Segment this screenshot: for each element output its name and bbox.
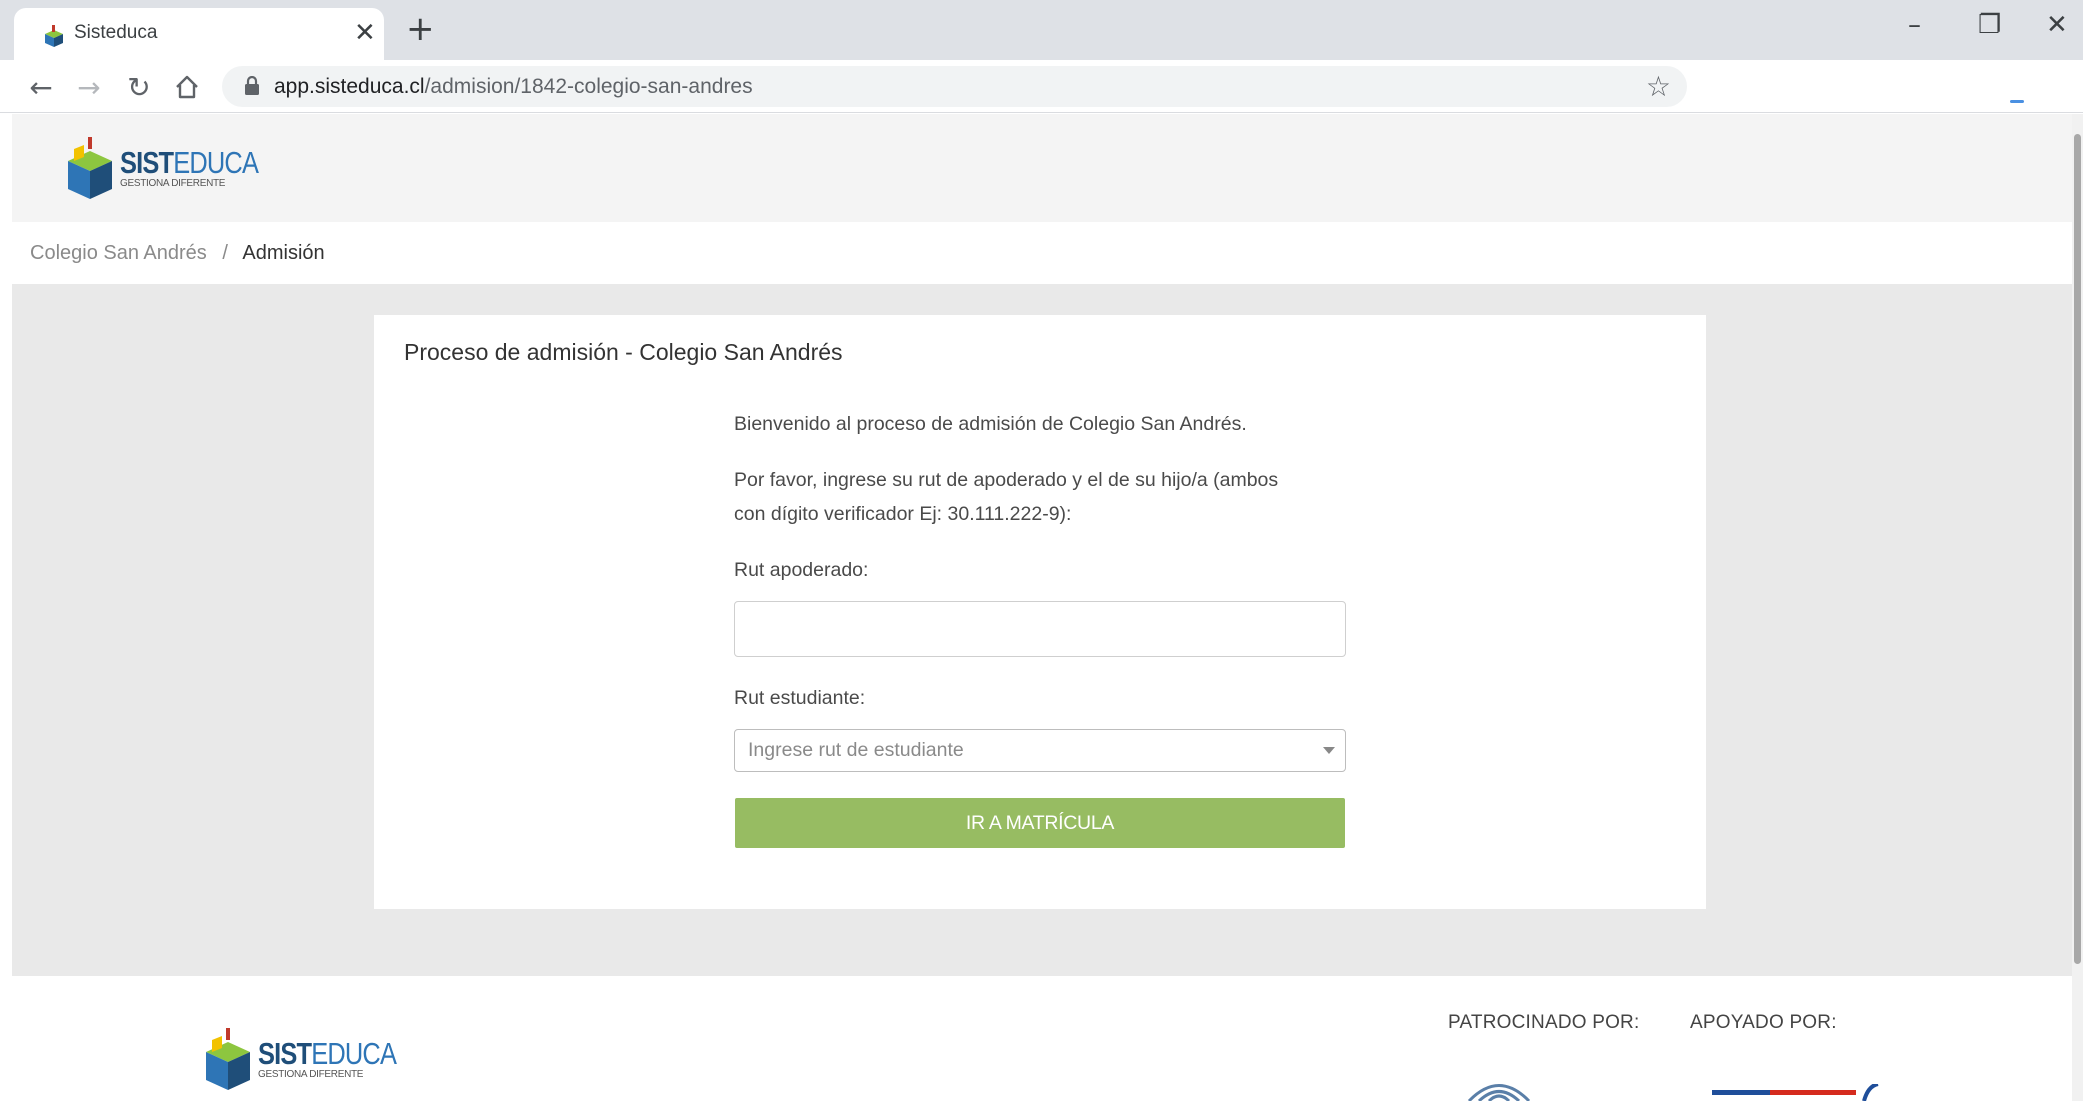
instructions-text: Por favor, ingrese su rut de apoderado y…: [734, 463, 1346, 531]
url-domain: app.sisteduca.cl: [274, 75, 425, 98]
vertical-scrollbar[interactable]: [2072, 114, 2083, 1101]
footer-logo-text: SISTEDUCA GESTIONA DIFERENTE: [258, 1038, 426, 1080]
window-close-icon[interactable]: ✕: [2046, 10, 2068, 40]
footer-logo-tagline: GESTIONA DIFERENTE: [258, 1069, 364, 1080]
logo-tagline: GESTIONA DIFERENTE: [120, 178, 226, 189]
rut-apoderado-input[interactable]: [734, 601, 1346, 657]
sponsor-logo-icon: [1467, 1084, 1531, 1101]
footer-logo-cube-icon: [206, 1028, 250, 1090]
breadcrumb-separator: /: [222, 242, 228, 264]
logo-text: SISTEDUCA GESTIONA DIFERENTE: [120, 147, 288, 189]
rut-estudiante-placeholder: Ingrese rut de estudiante: [748, 739, 964, 761]
rut-estudiante-label: Rut estudiante:: [734, 687, 866, 709]
site-footer: SISTEDUCA GESTIONA DIFERENTE PATROCINADO…: [12, 976, 2072, 1101]
chevron-down-icon: [1323, 747, 1335, 754]
address-bar[interactable]: app.sisteduca.cl/admision/1842-colegio-s…: [222, 66, 1687, 107]
forward-arrow-icon[interactable]: →: [72, 70, 106, 104]
footer-sisteduca-logo[interactable]: SISTEDUCA GESTIONA DIFERENTE: [202, 1026, 426, 1092]
main-content: Proceso de admisión - Colegio San Andrés…: [12, 284, 2072, 976]
home-shape: [176, 75, 198, 99]
browser-tabbar: Sisteduca ✕ + – ❐ ✕: [0, 0, 2083, 60]
instructions-line-1: Por favor, ingrese su rut de apoderado y…: [734, 469, 1279, 491]
breadcrumb-current: Admisión: [242, 242, 325, 264]
home-icon[interactable]: [170, 70, 204, 104]
sisteduca-logo[interactable]: SISTEDUCA GESTIONA DIFERENTE: [64, 135, 288, 201]
admission-form: Bienvenido al proceso de admisión de Col…: [734, 407, 1346, 848]
rut-apoderado-label: Rut apoderado:: [734, 559, 869, 581]
ir-a-matricula-button[interactable]: IR A MATRÍCULA: [735, 798, 1345, 848]
supported-by-heading: APOYADO POR:: [1690, 1012, 1837, 1033]
card-title: Proceso de admisión - Colegio San Andrés: [404, 339, 843, 365]
scrollbar-thumb[interactable]: [2074, 134, 2081, 964]
welcome-text: Bienvenido al proceso de admisión de Col…: [734, 413, 1247, 435]
tab-close-icon[interactable]: ✕: [354, 18, 376, 48]
restore-icon[interactable]: ❐: [1978, 10, 2001, 40]
browser-tab[interactable]: Sisteduca ✕: [14, 8, 384, 60]
rut-estudiante-select[interactable]: Ingrese rut de estudiante: [734, 729, 1346, 772]
tab-title: Sisteduca: [74, 22, 158, 43]
bookmark-star-icon[interactable]: ☆: [1646, 70, 1671, 103]
page-viewport: SISTEDUCA GESTIONA DIFERENTE Colegio San…: [12, 114, 2072, 1101]
sisteduca-favicon-icon: [45, 25, 63, 47]
supporter-logo-icon: [1712, 1084, 1879, 1101]
breadcrumb-link-colegio[interactable]: Colegio San Andrés: [30, 242, 207, 264]
browser-toolbar: ← → ↻ app.sisteduca.cl/admision/1842-col…: [0, 60, 2083, 113]
logo-cube-icon: [68, 137, 112, 199]
profile-indicator[interactable]: [2010, 100, 2024, 103]
logo-wordmark: SISTEDUCA: [120, 145, 259, 180]
new-tab-button[interactable]: +: [406, 12, 435, 46]
back-arrow-icon[interactable]: ←: [24, 70, 58, 104]
url-path: /admision/1842-colegio-san-andres: [424, 75, 753, 98]
reload-icon[interactable]: ↻: [122, 70, 156, 104]
breadcrumb: Colegio San Andrés / Admisión: [12, 222, 2072, 284]
url-text: app.sisteduca.cl/admision/1842-colegio-s…: [274, 75, 753, 99]
site-header: SISTEDUCA GESTIONA DIFERENTE: [12, 114, 2072, 222]
instructions-line-2: con dígito verificador Ej: 30.111.222-9)…: [734, 503, 1072, 525]
minimize-icon[interactable]: –: [1908, 10, 1921, 40]
sponsored-by-heading: PATROCINADO POR:: [1448, 1012, 1640, 1033]
admission-card: Proceso de admisión - Colegio San Andrés…: [374, 315, 1706, 909]
lock-icon: [245, 76, 259, 95]
footer-logo-wordmark: SISTEDUCA: [258, 1036, 397, 1071]
